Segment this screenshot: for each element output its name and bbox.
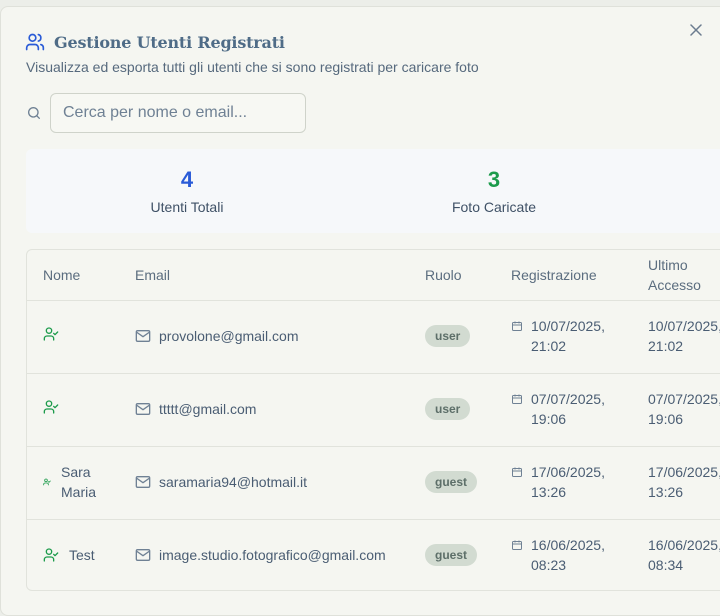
user-name-cell: Sara Maria [43,462,96,502]
registration-time: 21:02 [531,338,567,354]
column-header-email[interactable]: Email [135,265,170,285]
registration-date: 07/07/2025, [531,391,605,407]
stats-panel: 4 Utenti Totali 3 Foto Caricate [26,149,720,233]
registration-date: 16/06/2025, [531,537,605,553]
calendar-icon [511,320,523,332]
user-email: image.studio.fotografico@gmail.com [159,547,386,563]
mail-icon [135,474,151,490]
registration-date: 10/07/2025, [531,318,605,334]
user-name-second: Maria [61,484,97,500]
table-row[interactable]: ttttt@gmail.com user 07/07/2025, 19:06 0… [27,373,720,447]
user-email: saramaria94@hotmail.it [159,474,308,490]
registration-cell: 16/06/2025, 08:23 [511,535,605,575]
last-access-cell: 17/06/2025, 13:26 [648,462,720,502]
dialog-subtitle: Visualizza ed esporta tutti gli utenti c… [26,59,479,75]
user-email-cell: provolone@gmail.com [135,326,299,346]
calendar-icon [511,466,523,478]
users-table: Nome Email Ruolo Registrazione Ultimo Ac… [26,249,720,591]
last-access-time: 13:26 [648,484,684,500]
last-access-cell: 16/06/2025, 08:34 [648,535,720,575]
user-email-cell: image.studio.fotografico@gmail.com [135,545,386,565]
registration-time: 08:23 [531,557,567,573]
user-email: provolone@gmail.com [159,328,299,344]
close-button[interactable] [687,21,705,39]
role-badge: guest [425,471,478,493]
column-header-role[interactable]: Ruolo [425,265,462,285]
last-access-date: 10/07/2025, [648,318,720,334]
last-access-date: 17/06/2025, [648,464,720,480]
role-badge: user [425,325,471,347]
stat-total-users: 4 Utenti Totali [87,167,287,215]
stat-uploaded-photos-value: 3 [487,167,501,192]
registration-cell: 10/07/2025, 21:02 [511,316,605,356]
role-badge: guest [425,544,478,566]
close-icon [690,24,702,36]
stat-uploaded-photos: 3 Foto Caricate [394,167,594,215]
search-input[interactable] [50,93,306,133]
dialog-title: Gestione Utenti Registrati [54,32,285,52]
user-name-first: Sara [61,464,91,480]
last-access-cell: 10/07/2025, 21:02 [648,316,720,356]
table-row[interactable]: Test image.studio.fotografico@gmail.com … [27,519,720,590]
calendar-icon [511,393,523,405]
stat-uploaded-photos-label: Foto Caricate [451,199,537,215]
user-email-cell: ttttt@gmail.com [135,399,256,419]
mail-icon [135,401,151,417]
user-check-icon [43,399,59,415]
user-check-icon [43,547,59,563]
calendar-icon [511,539,523,551]
user-name-cell: Test [43,545,95,565]
stat-total-users-label: Utenti Totali [150,199,224,215]
last-access-time: 08:34 [648,557,684,573]
registration-time: 13:26 [531,484,567,500]
dialog-header: Gestione Utenti Registrati [25,31,285,53]
last-access-cell: 07/07/2025, 19:06 [648,389,720,429]
users-dialog: Gestione Utenti Registrati Visualizza ed… [0,6,720,616]
registration-date: 17/06/2025, [531,464,605,480]
mail-icon [135,547,151,563]
mail-icon [135,328,151,344]
last-access-date: 16/06/2025, [648,537,720,553]
search-icon [28,107,40,119]
users-icon [25,33,45,51]
user-name-cell [43,326,69,342]
user-email: ttttt@gmail.com [159,401,257,417]
user-email-cell: saramaria94@hotmail.it [135,472,307,492]
user-name-cell [43,399,69,415]
stat-total-users-value: 4 [180,167,194,192]
table-row[interactable]: Sara Maria saramaria94@hotmail.it guest … [27,446,720,520]
last-access-time: 19:06 [648,411,684,427]
role-badge: user [425,398,471,420]
column-header-last-access-line1: Ultimo [648,257,688,273]
column-header-registration[interactable]: Registrazione [511,265,597,285]
last-access-date: 07/07/2025, [648,391,720,407]
user-check-icon [43,326,59,342]
user-check-icon [43,478,51,486]
registration-cell: 07/07/2025, 19:06 [511,389,605,429]
table-row[interactable]: provolone@gmail.com user 10/07/2025, 21:… [27,300,720,374]
registration-cell: 17/06/2025, 13:26 [511,462,605,502]
column-header-last-access[interactable]: Ultimo Accesso [648,255,701,295]
registration-time: 19:06 [531,411,567,427]
last-access-time: 21:02 [648,338,684,354]
column-header-last-access-line2: Accesso [648,277,701,293]
table-header: Nome Email Ruolo Registrazione Ultimo Ac… [27,250,720,301]
column-header-name[interactable]: Nome [43,265,80,285]
user-name: Test [69,547,95,563]
